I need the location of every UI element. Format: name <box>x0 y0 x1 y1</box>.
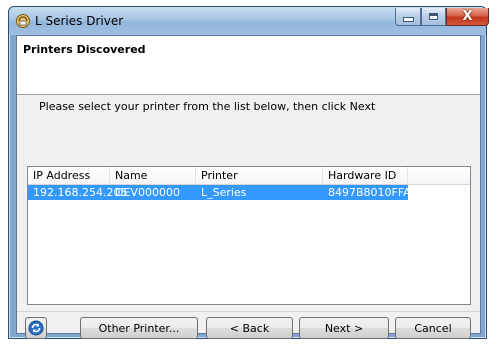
table-row[interactable]: 192.168.254.205 DEV000000 L_Series 8497B… <box>28 185 411 200</box>
maximize-button[interactable] <box>421 8 446 26</box>
cell-ip-address: 192.168.254.205 <box>33 186 128 199</box>
minimize-icon <box>402 17 414 22</box>
minimize-button[interactable] <box>395 8 421 26</box>
header-band: Printers Discovered <box>17 36 480 95</box>
printer-list[interactable]: IP Address Name Printer Hardware ID 192.… <box>27 166 471 305</box>
window-title: L Series Driver <box>35 14 124 28</box>
column-header-ip[interactable]: IP Address <box>28 167 110 184</box>
next-button[interactable]: Next > <box>299 317 389 339</box>
page-title: Printers Discovered <box>23 43 146 56</box>
other-printer-button[interactable]: Other Printer... <box>80 317 198 339</box>
list-header: IP Address Name Printer Hardware ID <box>28 167 470 185</box>
instruction-text: Please select your printer from the list… <box>39 100 376 113</box>
maximize-icon <box>429 13 438 20</box>
column-header-hardware-id[interactable]: Hardware ID <box>323 167 408 184</box>
title-bar[interactable]: L Series Driver X <box>9 7 489 35</box>
column-header-name[interactable]: Name <box>110 167 196 184</box>
back-button[interactable]: < Back <box>206 317 293 339</box>
cell-hardware-id: 8497B8010FFA <box>328 186 411 199</box>
dialog-client: Printers Discovered Please select your p… <box>16 35 481 339</box>
refresh-button[interactable] <box>25 317 47 339</box>
cell-name: DEV000000 <box>115 186 180 199</box>
cell-printer: L_Series <box>201 186 247 199</box>
close-button[interactable]: X <box>446 8 489 26</box>
refresh-icon <box>28 320 44 336</box>
cancel-button[interactable]: Cancel <box>395 317 471 339</box>
column-header-printer[interactable]: Printer <box>196 167 323 184</box>
footer-divider <box>17 311 480 312</box>
driver-window: L Series Driver X Printers Discovered Pl… <box>8 6 489 339</box>
close-icon: X <box>462 9 473 24</box>
printer-driver-icon <box>16 14 30 28</box>
